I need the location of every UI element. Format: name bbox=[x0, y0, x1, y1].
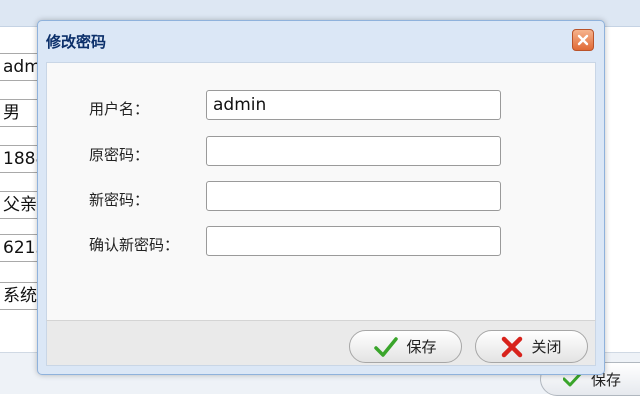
dialog-footer: 保存 关闭 bbox=[46, 320, 596, 366]
confirm-password-input[interactable] bbox=[206, 226, 501, 256]
new-password-input[interactable] bbox=[206, 181, 501, 211]
dialog-body: 用户名： 原密码： 新密码： 确认新密码： bbox=[46, 62, 596, 321]
check-icon bbox=[374, 336, 399, 357]
close-button-label: 关闭 bbox=[531, 338, 562, 356]
old-password-label: 原密码： bbox=[89, 146, 150, 164]
save-button-label: 保存 bbox=[406, 338, 437, 356]
close-x-icon bbox=[577, 34, 589, 46]
dialog-close-button[interactable] bbox=[572, 29, 594, 51]
old-password-input[interactable] bbox=[206, 136, 501, 166]
confirm-password-label: 确认新密码： bbox=[89, 236, 180, 254]
dialog-title: 修改密码 bbox=[46, 33, 107, 51]
new-password-label: 新密码： bbox=[89, 191, 150, 209]
username-label: 用户名： bbox=[89, 100, 150, 118]
red-x-icon bbox=[502, 336, 523, 357]
save-button[interactable]: 保存 bbox=[349, 330, 462, 363]
username-input[interactable] bbox=[206, 90, 501, 120]
change-password-dialog: 修改密码 用户名： 原密码： 新密码： 确认新密码： 保存 关闭 bbox=[37, 20, 605, 375]
close-button[interactable]: 关闭 bbox=[475, 330, 588, 363]
